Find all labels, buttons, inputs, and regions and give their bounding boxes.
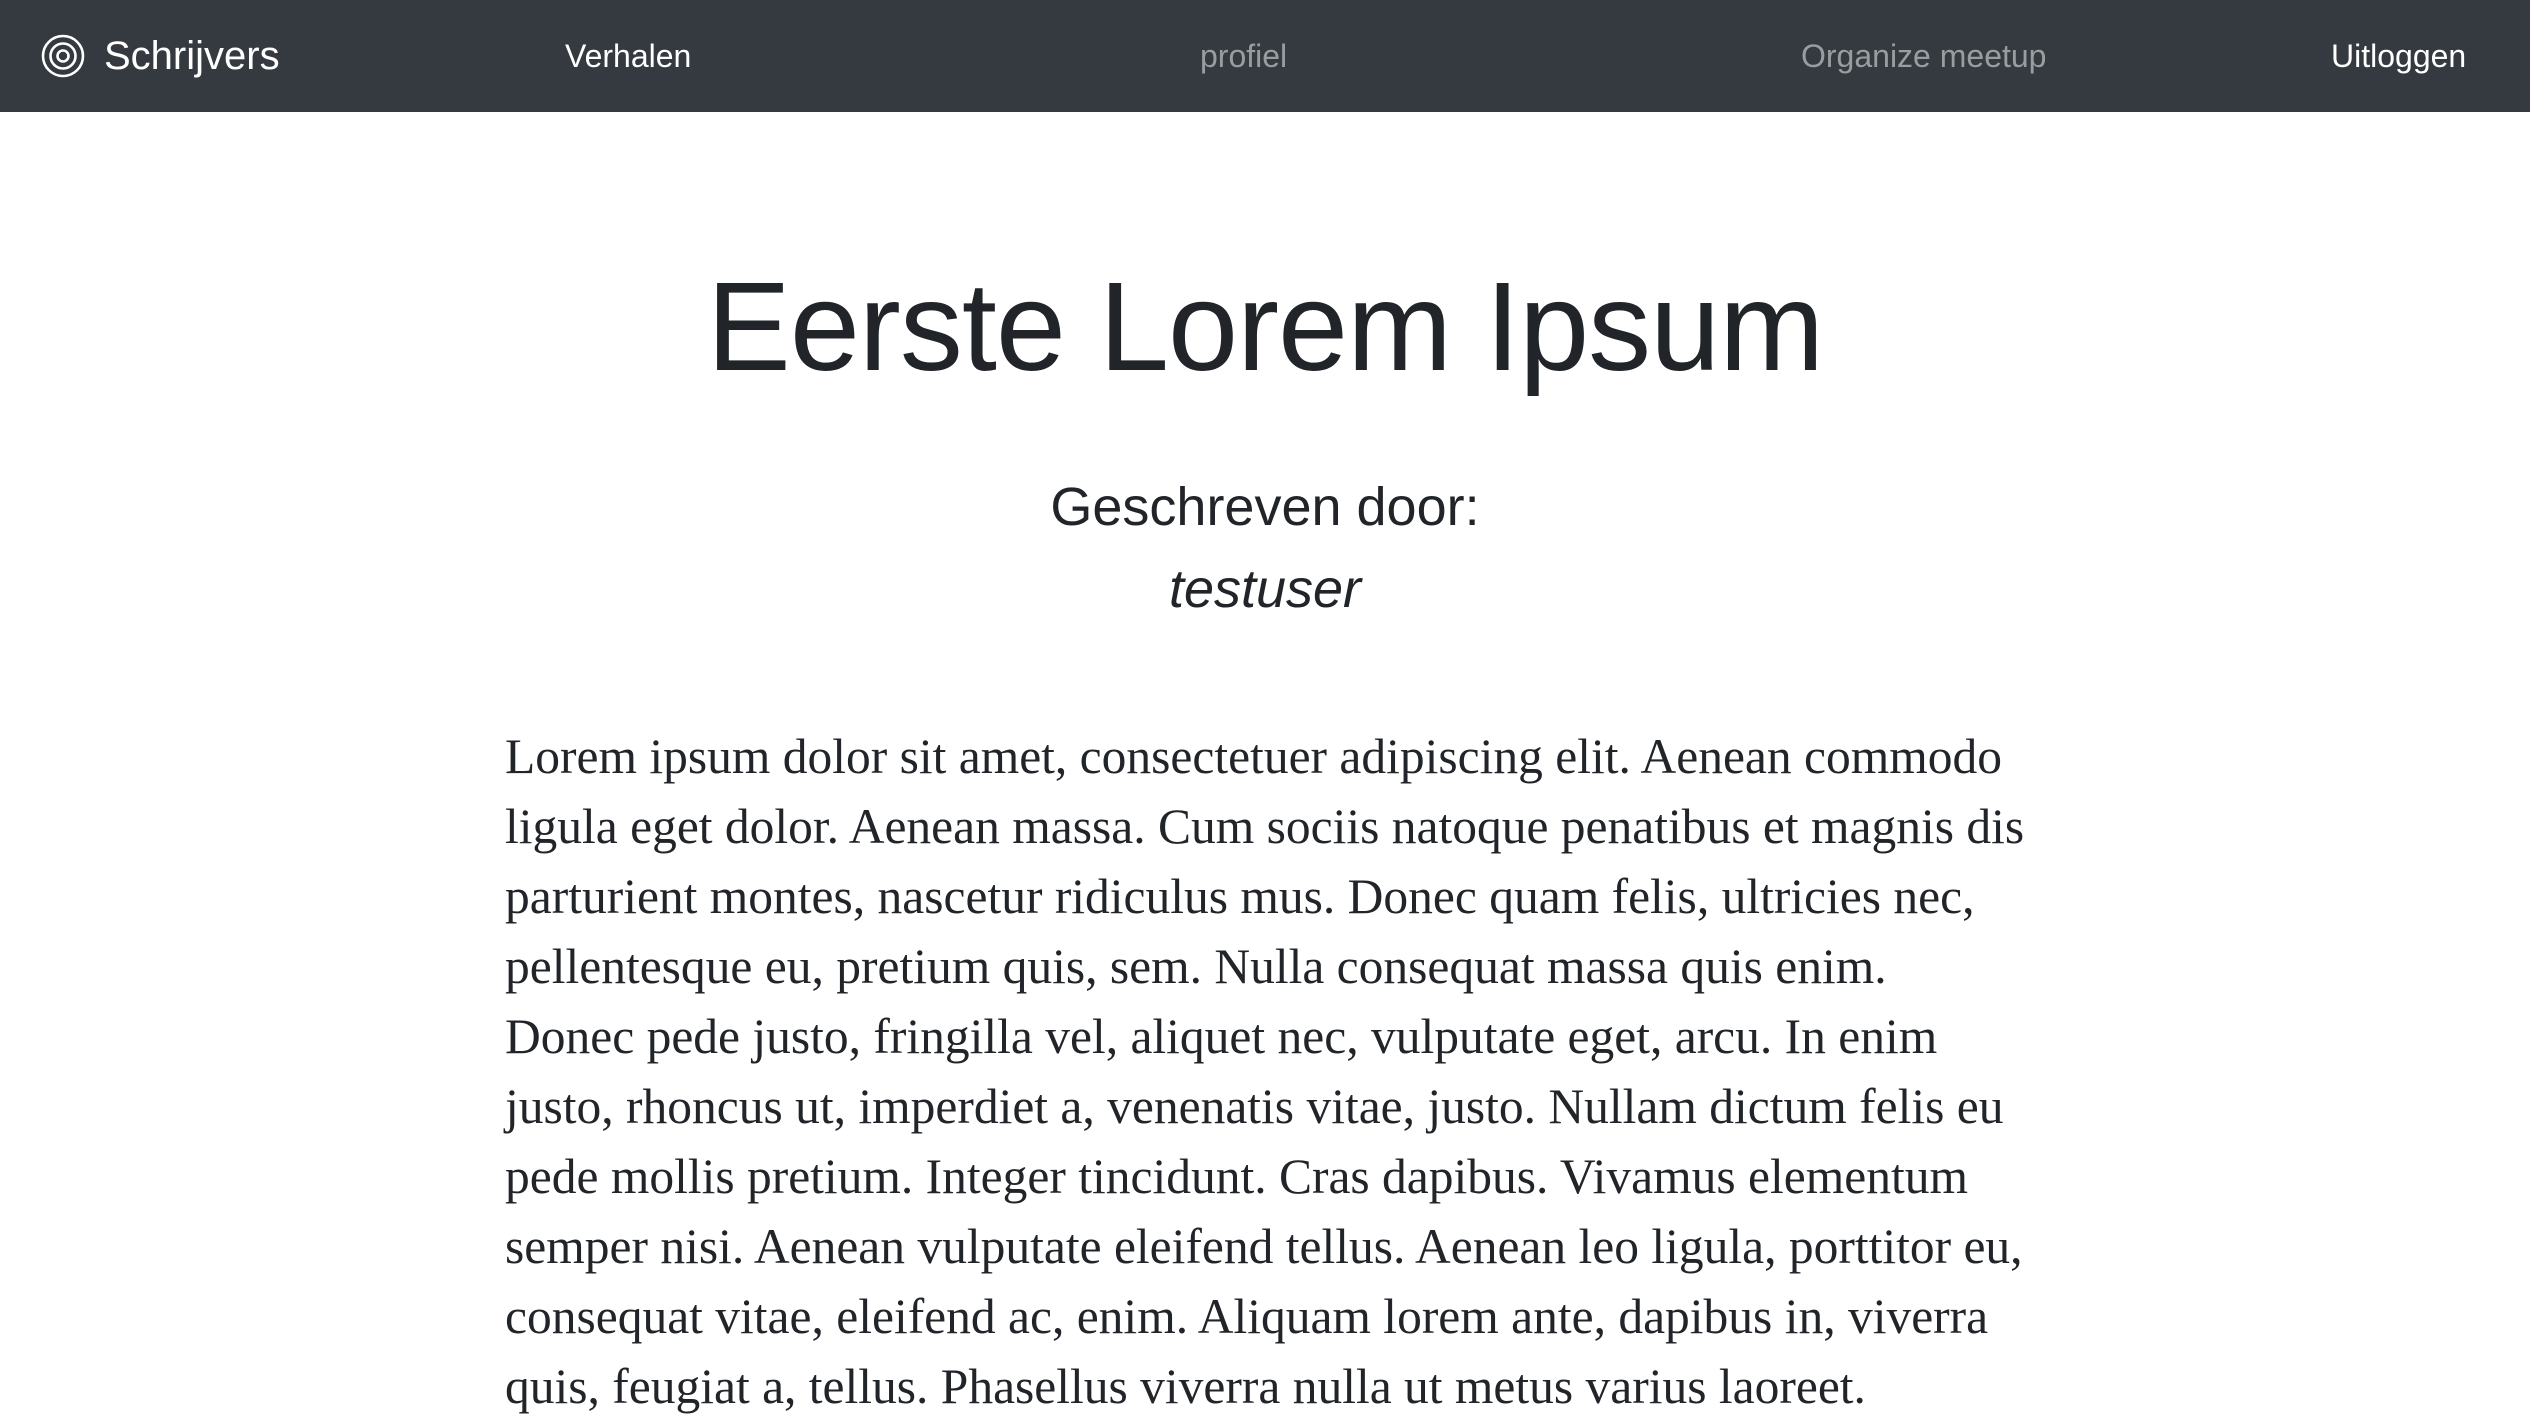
story-body: Lorem ipsum dolor sit amet, consectetuer… [505, 729, 2025, 1414]
concentric-circles-icon [41, 34, 85, 78]
nav-link-verhalen[interactable]: Verhalen [565, 0, 691, 112]
nav-link-organize-meetup[interactable]: Organize meetup [1801, 0, 2046, 112]
logout-link[interactable]: Uitloggen [2331, 0, 2466, 112]
brand-label: Schrijvers [104, 34, 280, 78]
nav-link-profiel[interactable]: profiel [1200, 0, 1287, 112]
story-author: testuser [1168, 559, 1362, 619]
top-navbar: Schrijvers Verhalen profiel Organize mee… [0, 0, 2530, 112]
brand-link[interactable]: Schrijvers [40, 0, 280, 112]
story-title: Eerste Lorem Ipsum [706, 256, 1824, 397]
written-by-label: Geschreven door: [1050, 477, 1480, 537]
